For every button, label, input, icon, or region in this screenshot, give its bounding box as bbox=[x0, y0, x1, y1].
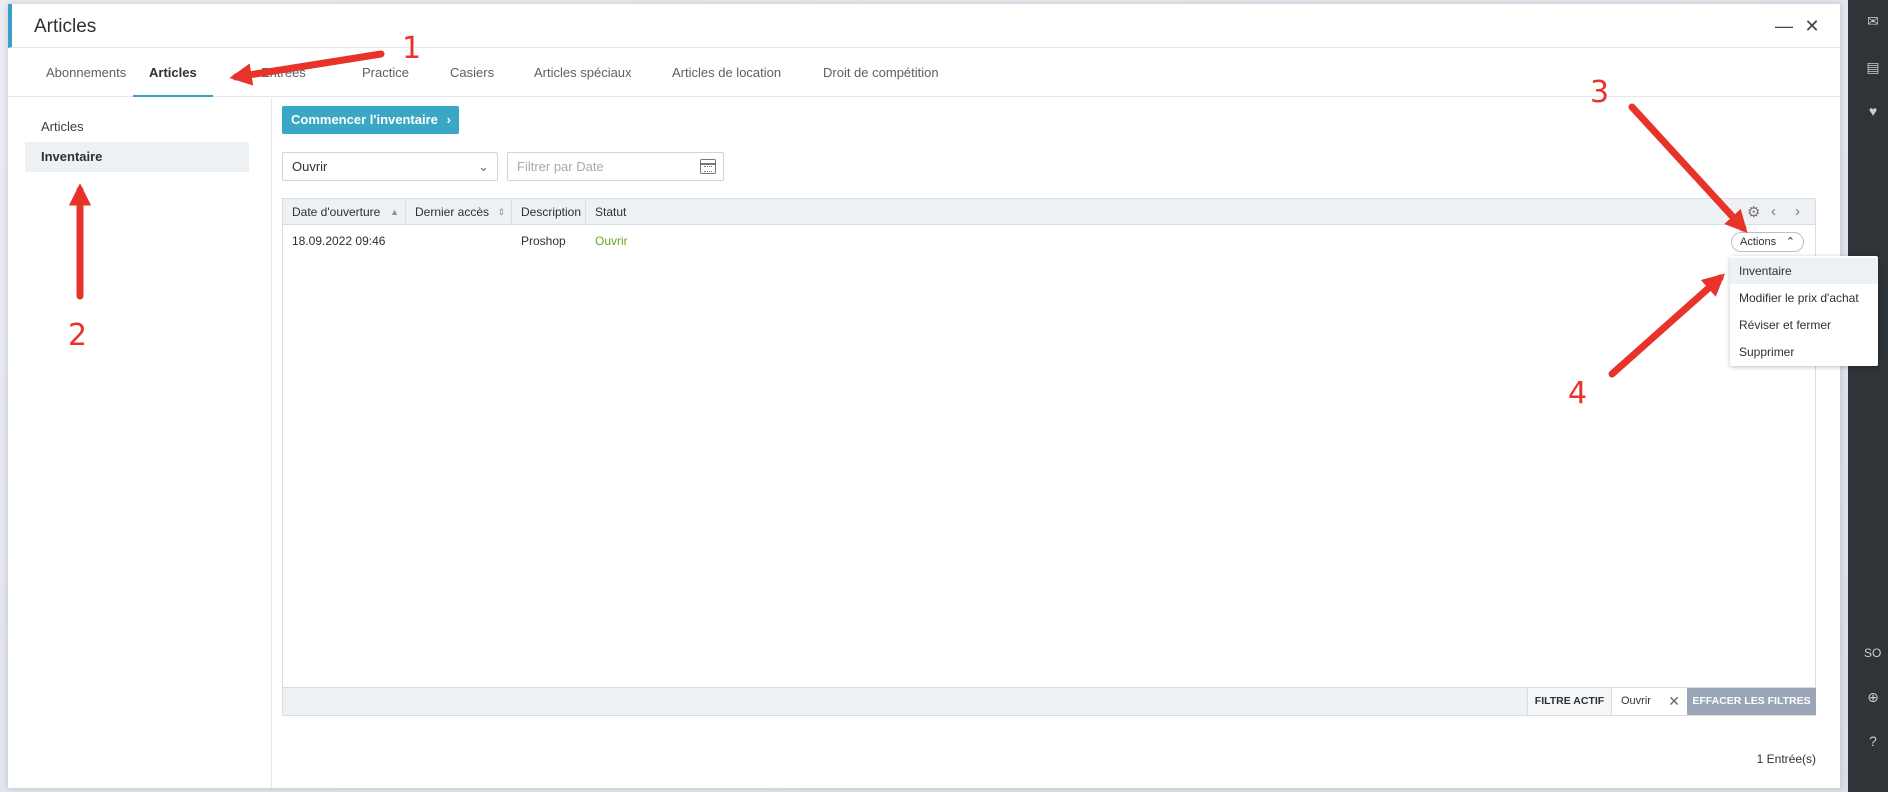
tab-articles-de-location[interactable]: Articles de location bbox=[672, 48, 781, 97]
tab-entrees[interactable]: Entrées bbox=[261, 48, 306, 97]
right-rail: ✉ ▤ ♥ SO ⊕ ? bbox=[1848, 0, 1888, 792]
tab-articles[interactable]: Articles bbox=[133, 48, 213, 97]
chevron-up-icon: ⌃ bbox=[1785, 236, 1795, 248]
sidebar-item-articles[interactable]: Articles bbox=[25, 112, 249, 142]
column-header-label: Description bbox=[521, 205, 582, 219]
menu-item-reviser-fermer[interactable]: Réviser et fermer bbox=[1730, 312, 1878, 338]
column-header-date[interactable]: Date d'ouverture ▲ bbox=[283, 199, 406, 225]
rail-label: SO bbox=[1864, 646, 1882, 660]
column-header-label: Statut bbox=[595, 205, 627, 219]
sort-icon: ▲ bbox=[390, 207, 399, 217]
start-inventory-label: Commencer l'inventaire bbox=[291, 112, 438, 127]
grid-footer: FILTRE ACTIF Ouvrir ✕ EFFACER LES FILTRE… bbox=[283, 687, 1816, 715]
actions-label: Actions bbox=[1740, 236, 1777, 248]
sort-icon: ⇕ bbox=[497, 207, 505, 217]
column-header-description[interactable]: Description bbox=[512, 199, 586, 225]
menu-item-inventaire[interactable]: Inventaire bbox=[1730, 258, 1878, 284]
column-header-label: Dernier accès bbox=[415, 205, 490, 219]
actions-button[interactable]: Actions ⌃ bbox=[1731, 232, 1804, 252]
heart-icon[interactable]: ♥ bbox=[1864, 102, 1882, 120]
grid-header: Date d'ouverture ▲ Dernier accès ⇕ Descr… bbox=[283, 199, 1815, 225]
help-icon[interactable]: ? bbox=[1864, 732, 1882, 750]
annotation-number-4: 4 bbox=[1568, 376, 1588, 411]
filter-chip: Ouvrir ✕ bbox=[1611, 688, 1687, 715]
cell-description: Proshop bbox=[521, 234, 566, 248]
status-select-value: Ouvrir bbox=[292, 159, 328, 174]
filter-chip-label: Ouvrir bbox=[1621, 695, 1651, 707]
column-header-status[interactable]: Statut bbox=[586, 199, 666, 225]
tab-droit-de-competition[interactable]: Droit de compétition bbox=[823, 48, 939, 97]
sidebar-item-inventaire[interactable]: Inventaire bbox=[25, 142, 249, 172]
mail-icon[interactable]: ✉ bbox=[1864, 12, 1882, 30]
tab-bar: Abonnements Articles Entrées Practice Ca… bbox=[8, 48, 1840, 97]
annotation-number-3: 3 bbox=[1590, 75, 1610, 110]
clear-filters-button[interactable]: EFFACER LES FILTRES bbox=[1687, 688, 1816, 715]
clipboard-icon[interactable]: ▤ bbox=[1864, 58, 1882, 76]
add-circle-icon[interactable]: ⊕ bbox=[1864, 688, 1882, 706]
column-header-last-access[interactable]: Dernier accès ⇕ bbox=[406, 199, 512, 225]
modal-header: Articles — ✕ bbox=[8, 4, 1840, 48]
menu-item-modifier-prix[interactable]: Modifier le prix d'achat bbox=[1730, 285, 1878, 311]
inventory-grid: Date d'ouverture ▲ Dernier accès ⇕ Descr… bbox=[282, 198, 1816, 716]
gear-icon[interactable]: ⚙ bbox=[1747, 203, 1760, 221]
tab-abonnements[interactable]: Abonnements bbox=[46, 48, 126, 97]
chevron-right-icon[interactable]: › bbox=[1795, 203, 1800, 220]
entries-count: 1 Entrée(s) bbox=[1756, 752, 1816, 766]
status-select[interactable]: Ouvrir ⌄ bbox=[282, 152, 498, 181]
calendar-icon[interactable] bbox=[700, 159, 716, 174]
cell-status: Ouvrir bbox=[595, 234, 628, 248]
sidebar: Articles Inventaire bbox=[8, 98, 272, 788]
tab-casiers[interactable]: Casiers bbox=[450, 48, 494, 97]
chevron-left-icon[interactable]: ‹ bbox=[1771, 203, 1776, 220]
close-button[interactable]: ✕ bbox=[1802, 16, 1822, 36]
annotation-number-2: 2 bbox=[68, 318, 88, 353]
table-row[interactable]: 18.09.2022 09:46 Proshop Ouvrir Actions … bbox=[283, 226, 1815, 256]
modal-title: Articles bbox=[34, 16, 97, 37]
remove-filter-icon[interactable]: ✕ bbox=[1668, 688, 1680, 715]
active-filter-label: FILTRE ACTIF bbox=[1527, 688, 1611, 715]
chevron-down-icon: ⌄ bbox=[478, 159, 489, 174]
tab-articles-speciaux[interactable]: Articles spéciaux bbox=[534, 48, 632, 97]
cell-date: 18.09.2022 09:46 bbox=[292, 234, 386, 248]
column-header-label: Date d'ouverture bbox=[292, 205, 381, 219]
minimize-button[interactable]: — bbox=[1774, 16, 1794, 36]
cell-last-access bbox=[406, 226, 415, 256]
actions-dropdown-menu: Inventaire Modifier le prix d'achat Révi… bbox=[1730, 256, 1878, 366]
menu-item-supprimer[interactable]: Supprimer bbox=[1730, 339, 1878, 365]
date-filter-input[interactable] bbox=[507, 152, 724, 181]
start-inventory-button[interactable]: Commencer l'inventaire › bbox=[282, 106, 459, 134]
annotation-number-1: 1 bbox=[402, 31, 422, 66]
chevron-right-icon: › bbox=[446, 112, 451, 127]
